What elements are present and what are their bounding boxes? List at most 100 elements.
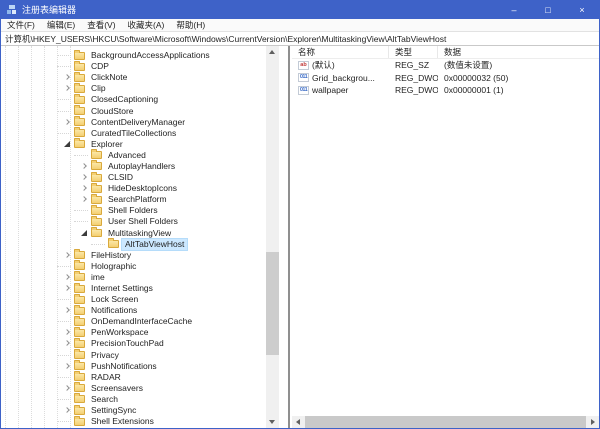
tree-item-multitaskingview[interactable]: MultitaskingView <box>1 228 266 239</box>
menu-item-[interactable]: 帮助(H) <box>170 19 211 31</box>
tree-item-label: Shell Folders <box>105 205 161 216</box>
value-row-grid-backgrou[interactable]: 011Grid_backgrou...REG_DWORD0x00000032 (… <box>292 72 599 85</box>
scroll-left-arrow-icon[interactable] <box>292 416 305 428</box>
value-data: 0x00000032 (50) <box>438 73 599 83</box>
expander-collapsed-icon[interactable] <box>63 361 74 372</box>
tree-vertical-scrollbar[interactable] <box>266 46 279 428</box>
tree-item-backgroundaccessapplications[interactable]: BackgroundAccessApplications <box>1 50 266 61</box>
horizontal-scrollbar-thumb[interactable] <box>305 416 586 428</box>
tree-item-clip[interactable]: Clip <box>1 83 266 94</box>
expander-collapsed-icon[interactable] <box>63 338 74 349</box>
folder-icon <box>74 96 85 104</box>
tree-item-hidedesktopicons[interactable]: HideDesktopIcons <box>1 183 266 194</box>
menu-item-[interactable]: 编辑(E) <box>41 19 81 31</box>
expander-collapsed-icon[interactable] <box>80 194 91 205</box>
tree-item-explorer[interactable]: Explorer <box>1 139 266 150</box>
tree-item-shell-folders[interactable]: Shell Folders <box>1 205 266 216</box>
expander-collapsed-icon[interactable] <box>63 305 74 316</box>
value-row-wallpaper[interactable]: 011wallpaperREG_DWORD0x00000001 (1) <box>292 84 599 97</box>
tree-item-searchplatform[interactable]: SearchPlatform <box>1 194 266 205</box>
regedit-window: 注册表编辑器 – □ × 文件(F)编辑(E)查看(V)收藏夹(A)帮助(H) … <box>0 0 600 429</box>
tree-item-label: PenWorkspace <box>88 327 151 338</box>
scroll-up-arrow-icon[interactable] <box>266 46 279 58</box>
tree-item-notifications[interactable]: Notifications <box>1 305 266 316</box>
folder-icon <box>74 107 85 115</box>
close-button[interactable]: × <box>565 1 599 19</box>
tree-item-curatedtilecollections[interactable]: CuratedTileCollections <box>1 128 266 139</box>
tree-item-cdp[interactable]: CDP <box>1 61 266 72</box>
folder-icon <box>74 140 85 148</box>
folder-icon <box>91 207 102 215</box>
tree-item-cloudstore[interactable]: CloudStore <box>1 105 266 116</box>
window-title: 注册表编辑器 <box>22 1 76 19</box>
expander-expanded-icon[interactable] <box>80 228 91 239</box>
tree-item-closedcaptioning[interactable]: ClosedCaptioning <box>1 94 266 105</box>
tree-item-search[interactable]: Search <box>1 394 266 405</box>
tree-item-settingsync[interactable]: SettingSync <box>1 405 266 416</box>
scroll-right-arrow-icon[interactable] <box>586 416 599 428</box>
column-header-0[interactable]: 名称 <box>292 46 389 58</box>
tree-item-label: HideDesktopIcons <box>105 183 180 194</box>
column-header-1[interactable]: 类型 <box>389 46 438 58</box>
maximize-button[interactable]: □ <box>531 1 565 19</box>
tree-item-label: Shell Extensions <box>88 416 157 427</box>
value-type: REG_DWORD <box>389 85 438 95</box>
expander-collapsed-icon[interactable] <box>63 283 74 294</box>
pane-splitter[interactable] <box>279 46 292 428</box>
folder-icon <box>74 307 85 315</box>
tree-item-filehistory[interactable]: FileHistory <box>1 250 266 261</box>
expander-collapsed-icon[interactable] <box>63 272 74 283</box>
tree-item-ondemandinterfacecache[interactable]: OnDemandInterfaceCache <box>1 316 266 327</box>
tree-item-alttabviewhost[interactable]: AltTabViewHost <box>1 239 266 250</box>
address-input[interactable] <box>1 32 599 45</box>
tree-item-advanced[interactable]: Advanced <box>1 150 266 161</box>
expander-collapsed-icon[interactable] <box>63 83 74 94</box>
tree-connector <box>63 261 74 272</box>
value-name-cell: ab(默认) <box>292 59 389 71</box>
menu-item-[interactable]: 查看(V) <box>81 19 121 31</box>
expander-collapsed-icon[interactable] <box>80 172 91 183</box>
tree-item-penworkspace[interactable]: PenWorkspace <box>1 327 266 338</box>
tree-item-pushnotifications[interactable]: PushNotifications <box>1 361 266 372</box>
value-row-[interactable]: ab(默认)REG_SZ(数值未设置) <box>292 59 599 72</box>
folder-icon <box>74 129 85 137</box>
tree-item-autoplayhandlers[interactable]: AutoplayHandlers <box>1 161 266 172</box>
expander-collapsed-icon[interactable] <box>63 117 74 128</box>
tree-item-user-shell-folders[interactable]: User Shell Folders <box>1 216 266 227</box>
vertical-scrollbar-thumb[interactable] <box>266 252 279 355</box>
tree-item-precisiontouchpad[interactable]: PrecisionTouchPad <box>1 338 266 349</box>
tree-item-privacy[interactable]: Privacy <box>1 350 266 361</box>
menu-item-[interactable]: 文件(F) <box>1 19 41 31</box>
tree-item-ime[interactable]: ime <box>1 272 266 283</box>
expander-collapsed-icon[interactable] <box>63 383 74 394</box>
folder-icon <box>74 329 85 337</box>
tree-item-clsid[interactable]: CLSID <box>1 172 266 183</box>
tree-item-label: Clip <box>88 83 109 94</box>
expander-collapsed-icon[interactable] <box>63 327 74 338</box>
expander-collapsed-icon[interactable] <box>80 183 91 194</box>
tree-item-contentdeliverymanager[interactable]: ContentDeliveryManager <box>1 117 266 128</box>
expander-collapsed-icon[interactable] <box>63 72 74 83</box>
folder-icon <box>91 185 102 193</box>
tree-item-clicknote[interactable]: ClickNote <box>1 72 266 83</box>
tree-item-internet-settings[interactable]: Internet Settings <box>1 283 266 294</box>
menu-item-[interactable]: 收藏夹(A) <box>122 19 171 31</box>
values-pane: 名称类型数据 ab(默认)REG_SZ(数值未设置)011Grid_backgr… <box>292 46 599 428</box>
tree-item-holographic[interactable]: Holographic <box>1 261 266 272</box>
expander-collapsed-icon[interactable] <box>80 161 91 172</box>
minimize-button[interactable]: – <box>497 1 531 19</box>
folder-icon <box>74 63 85 71</box>
tree-item-radar[interactable]: RADAR <box>1 372 266 383</box>
folder-icon <box>74 418 85 426</box>
expander-expanded-icon[interactable] <box>63 139 74 150</box>
folder-icon <box>74 118 85 126</box>
scroll-down-arrow-icon[interactable] <box>266 416 279 428</box>
tree-item-label: BackgroundAccessApplications <box>88 50 213 61</box>
tree-item-screensavers[interactable]: Screensavers <box>1 383 266 394</box>
values-horizontal-scrollbar[interactable] <box>292 416 599 428</box>
column-header-2[interactable]: 数据 <box>438 46 599 58</box>
expander-collapsed-icon[interactable] <box>63 405 74 416</box>
tree-item-shell-extensions[interactable]: Shell Extensions <box>1 416 266 427</box>
expander-collapsed-icon[interactable] <box>63 250 74 261</box>
tree-item-lock-screen[interactable]: Lock Screen <box>1 294 266 305</box>
